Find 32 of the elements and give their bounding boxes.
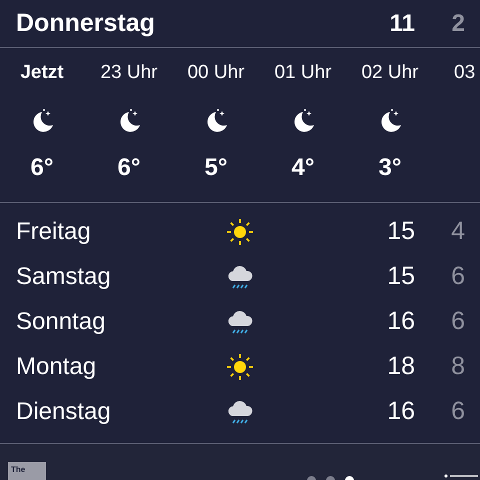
low-temp: 6 (450, 397, 466, 426)
high-temp: 16 (386, 397, 415, 426)
high-temp: 11 (388, 10, 415, 38)
low-temp: 8 (450, 352, 466, 381)
hour-label: Jetzt (20, 62, 64, 84)
low-temp: 6 (450, 307, 466, 336)
hour-label: 01 Uhr (274, 62, 332, 84)
sun-icon (225, 216, 255, 246)
high-temp: 15 (386, 217, 415, 246)
weekday-label: Dienstag (16, 398, 112, 426)
high-temp: 16 (386, 307, 415, 336)
hour-temp: 5° (204, 154, 228, 182)
sun-icon (225, 352, 255, 382)
low-temp: 6 (450, 262, 466, 291)
hour-temp: 3° (378, 154, 402, 182)
hour-label: 23 Uhr (100, 62, 158, 84)
logo: The (8, 462, 46, 480)
weekday-label: Donnerstag (16, 9, 156, 38)
weekday-label: Freitag (16, 218, 92, 246)
low-temp: 4 (450, 217, 466, 246)
hour-temp: 6° (30, 154, 54, 182)
high-temp: 18 (386, 352, 415, 381)
hour-label: 00 Uhr (187, 62, 245, 84)
low-temp: 2 (450, 10, 466, 38)
high-temp: 15 (386, 262, 415, 291)
weekday-label: Sonntag (16, 308, 106, 336)
weekday-label: Montag (16, 352, 98, 380)
hour-label: 02 Uhr (361, 62, 419, 84)
hour-temp: 6° (118, 154, 140, 182)
hour-label: 03 (454, 62, 476, 84)
weekday-label: Samstag (16, 262, 112, 290)
hour-temp: 4° (292, 154, 314, 182)
